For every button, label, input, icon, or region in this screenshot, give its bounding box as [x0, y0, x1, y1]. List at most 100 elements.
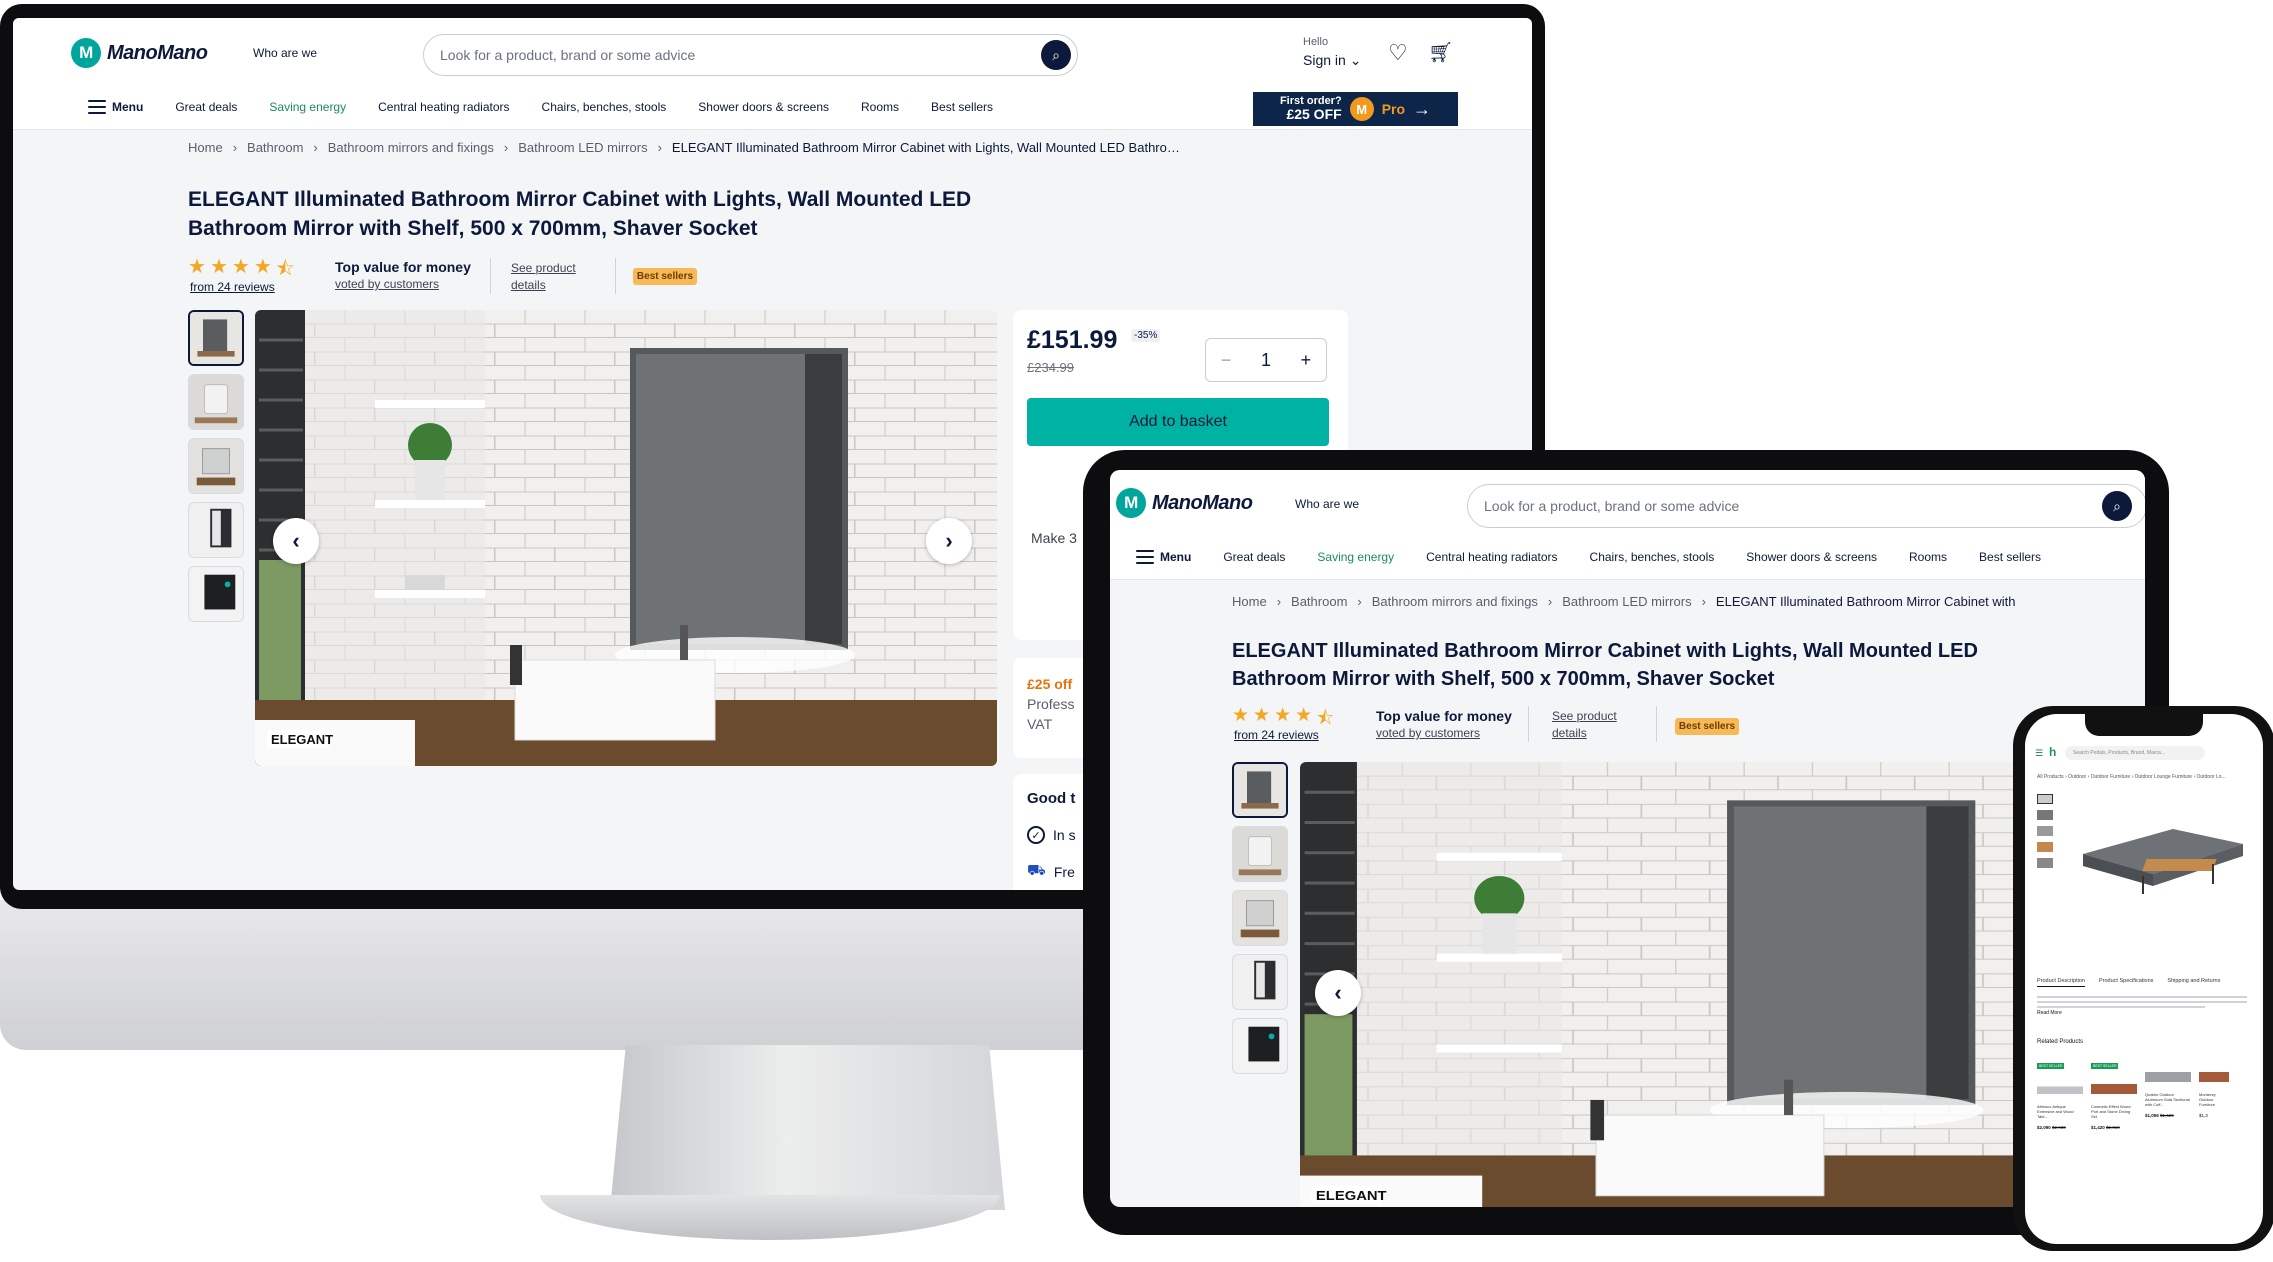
- phone-thumbnail[interactable]: [2037, 826, 2053, 836]
- brand-name: ManoMano: [1152, 491, 1253, 514]
- promo-profess: Profess: [1027, 696, 1075, 712]
- search-input[interactable]: Look for a product, brand or some advice…: [1467, 484, 2145, 528]
- plus-icon[interactable]: +: [1301, 350, 1312, 371]
- minus-icon[interactable]: −: [1221, 350, 1232, 371]
- thumbnail-5[interactable]: [188, 566, 244, 622]
- app-logo-icon[interactable]: h: [2049, 745, 2056, 759]
- related-product-name: Alfresco Antique Extensive and Wood Tabl…: [2037, 1104, 2074, 1119]
- title-line-2: Bathroom Mirror with Shelf, 500 x 700mm,…: [188, 216, 758, 240]
- thumbnail-5[interactable]: [1232, 1018, 1288, 1074]
- phone-search-input[interactable]: Search Pedals, Products, Brand, Marca...: [2065, 746, 2205, 760]
- product-main-image[interactable]: ELEGANT: [255, 310, 997, 766]
- voted-by-customers[interactable]: voted by customers: [335, 277, 439, 291]
- prev-image-button[interactable]: ‹: [273, 518, 319, 564]
- reviews-link[interactable]: from 24 reviews: [190, 280, 275, 294]
- search-icon[interactable]: ⌕: [1041, 40, 1071, 70]
- related-product-card[interactable]: BEST SELLER Alfresco Antique Extensive a…: [2037, 1054, 2083, 1130]
- best-sellers-badge: Best sellers: [633, 268, 697, 285]
- check-icon: ✓: [1027, 826, 1045, 844]
- read-more-link[interactable]: Read More: [2037, 1010, 2062, 1016]
- crumb-bathroom[interactable]: Bathroom: [247, 140, 303, 155]
- thumbnail-3[interactable]: [1232, 890, 1288, 946]
- brand-logo[interactable]: M ManoMano: [71, 38, 208, 68]
- thumbnail-2[interactable]: [1232, 826, 1288, 882]
- prev-image-button[interactable]: ‹: [1315, 970, 1361, 1016]
- crumb-led-mirrors[interactable]: Bathroom LED mirrors: [518, 140, 647, 155]
- nav-shower-doors[interactable]: Shower doors & screens: [698, 100, 829, 114]
- crumb-bathroom[interactable]: Bathroom: [1291, 594, 1347, 609]
- thumbnail-4[interactable]: [1232, 954, 1288, 1010]
- breadcrumb: Home › Bathroom › Bathroom mirrors and fix…: [1232, 594, 2016, 609]
- nav-rooms[interactable]: Rooms: [861, 100, 899, 114]
- search-icon[interactable]: ⌕: [2102, 491, 2132, 521]
- devices-mockup: M ManoMano Who are we Look for a product…: [0, 0, 2273, 1262]
- nav-chairs[interactable]: Chairs, benches, stools: [1590, 550, 1715, 564]
- discount-badge: -35%: [1131, 329, 1161, 342]
- nav-best-sellers[interactable]: Best sellers: [931, 100, 993, 114]
- nav-central-heating[interactable]: Central heating radiators: [1426, 550, 1557, 564]
- who-are-we-link[interactable]: Who are we: [253, 46, 317, 60]
- next-image-button[interactable]: ›: [926, 518, 972, 564]
- nav-great-deals[interactable]: Great deals: [175, 100, 237, 114]
- crumb-mirrors-fixings[interactable]: Bathroom mirrors and fixings: [1372, 594, 1538, 609]
- chevron-right-icon: ›: [945, 528, 953, 553]
- thumbnail-2[interactable]: [188, 374, 244, 430]
- tab-product-specifications[interactable]: Product Specifications: [2099, 978, 2153, 987]
- phone-product-image[interactable]: [2063, 814, 2253, 904]
- phone-thumbnail[interactable]: [2037, 810, 2053, 820]
- related-product-card[interactable]: Quattro Outdoor Aluminum Sofa Sectional …: [2145, 1054, 2191, 1130]
- nav-rooms[interactable]: Rooms: [1909, 550, 1947, 564]
- voted-by-customers[interactable]: voted by customers: [1376, 726, 1480, 740]
- phone-thumbnail[interactable]: [2037, 794, 2053, 804]
- add-to-basket-button[interactable]: Add to basket: [1027, 398, 1329, 446]
- phone-thumbnail[interactable]: [2037, 842, 2053, 852]
- hamburger-icon: [1136, 550, 1154, 564]
- nav-shower-doors[interactable]: Shower doors & screens: [1746, 550, 1877, 564]
- quantity-stepper[interactable]: − 1 +: [1205, 338, 1327, 382]
- phone-thumbnail[interactable]: [2037, 858, 2053, 868]
- pro-banner[interactable]: First order? £25 OFF M Pro →: [1253, 92, 1458, 126]
- crumb-home[interactable]: Home: [188, 140, 223, 155]
- nav-best-sellers[interactable]: Best sellers: [1979, 550, 2041, 564]
- tab-shipping-returns[interactable]: Shipping and Returns: [2167, 978, 2220, 987]
- search-input[interactable]: Look for a product, brand or some advice…: [423, 34, 1078, 76]
- pro-offer-line2: £25 OFF: [1286, 106, 1342, 123]
- top-value-block: Top value for money voted by customers: [1376, 708, 1512, 740]
- make-text: Make 3: [1031, 530, 1077, 546]
- nav-great-deals[interactable]: Great deals: [1223, 550, 1285, 564]
- half-star-icon: ⯪: [1316, 708, 1335, 729]
- crumb-mirrors-fixings[interactable]: Bathroom mirrors and fixings: [328, 140, 494, 155]
- related-product-card[interactable]: Monterey Outdoor Furniture $1,3: [2199, 1054, 2229, 1130]
- chevron-down-icon: ⌄: [1349, 52, 1362, 68]
- menu-button[interactable]: Menu: [88, 100, 143, 114]
- nav-chairs[interactable]: Chairs, benches, stools: [542, 100, 667, 114]
- tab-product-description[interactable]: Product Description: [2037, 978, 2085, 987]
- related-product-card[interactable]: BEST SELLER Cosmetic Effect Wood Port an…: [2091, 1054, 2137, 1130]
- sign-in-label: Sign in: [1303, 52, 1346, 68]
- crumb-home[interactable]: Home: [1232, 594, 1267, 609]
- sign-in-link[interactable]: Sign in ⌄: [1303, 52, 1361, 69]
- thumbnail-4[interactable]: [188, 502, 244, 558]
- logo-badge-icon: M: [1116, 488, 1146, 518]
- thumbnail-1[interactable]: [1232, 762, 1288, 818]
- who-are-we-link[interactable]: Who are we: [1295, 497, 1359, 511]
- see-product-details-link[interactable]: See product details: [1552, 708, 1617, 743]
- top-value-label: Top value for money: [1376, 708, 1512, 724]
- menu-icon[interactable]: ☰: [2035, 748, 2043, 759]
- in-stock-label: In s: [1053, 827, 1076, 843]
- crumb-led-mirrors[interactable]: Bathroom LED mirrors: [1562, 594, 1691, 609]
- menu-button[interactable]: Menu: [1136, 550, 1191, 564]
- nav-central-heating[interactable]: Central heating radiators: [378, 100, 509, 114]
- related-product-price-row: $1,055 $1,620: [2145, 1113, 2191, 1118]
- thumbnail-1[interactable]: [188, 310, 244, 366]
- thumbnail-3[interactable]: [188, 438, 244, 494]
- brand-logo[interactable]: M ManoMano: [1116, 488, 1253, 518]
- heart-icon[interactable]: ♡: [1388, 40, 1408, 66]
- see-product-details-link[interactable]: See product details: [511, 260, 576, 295]
- nav-saving-energy[interactable]: Saving energy: [1317, 550, 1394, 564]
- nav-saving-energy[interactable]: Saving energy: [269, 100, 346, 114]
- cart-icon[interactable]: 🛒︎: [1428, 40, 1453, 65]
- desktop-nav: Menu Great deals Saving energy Central h…: [88, 100, 993, 114]
- reviews-link[interactable]: from 24 reviews: [1234, 728, 1319, 742]
- promo-vat: VAT: [1027, 716, 1053, 732]
